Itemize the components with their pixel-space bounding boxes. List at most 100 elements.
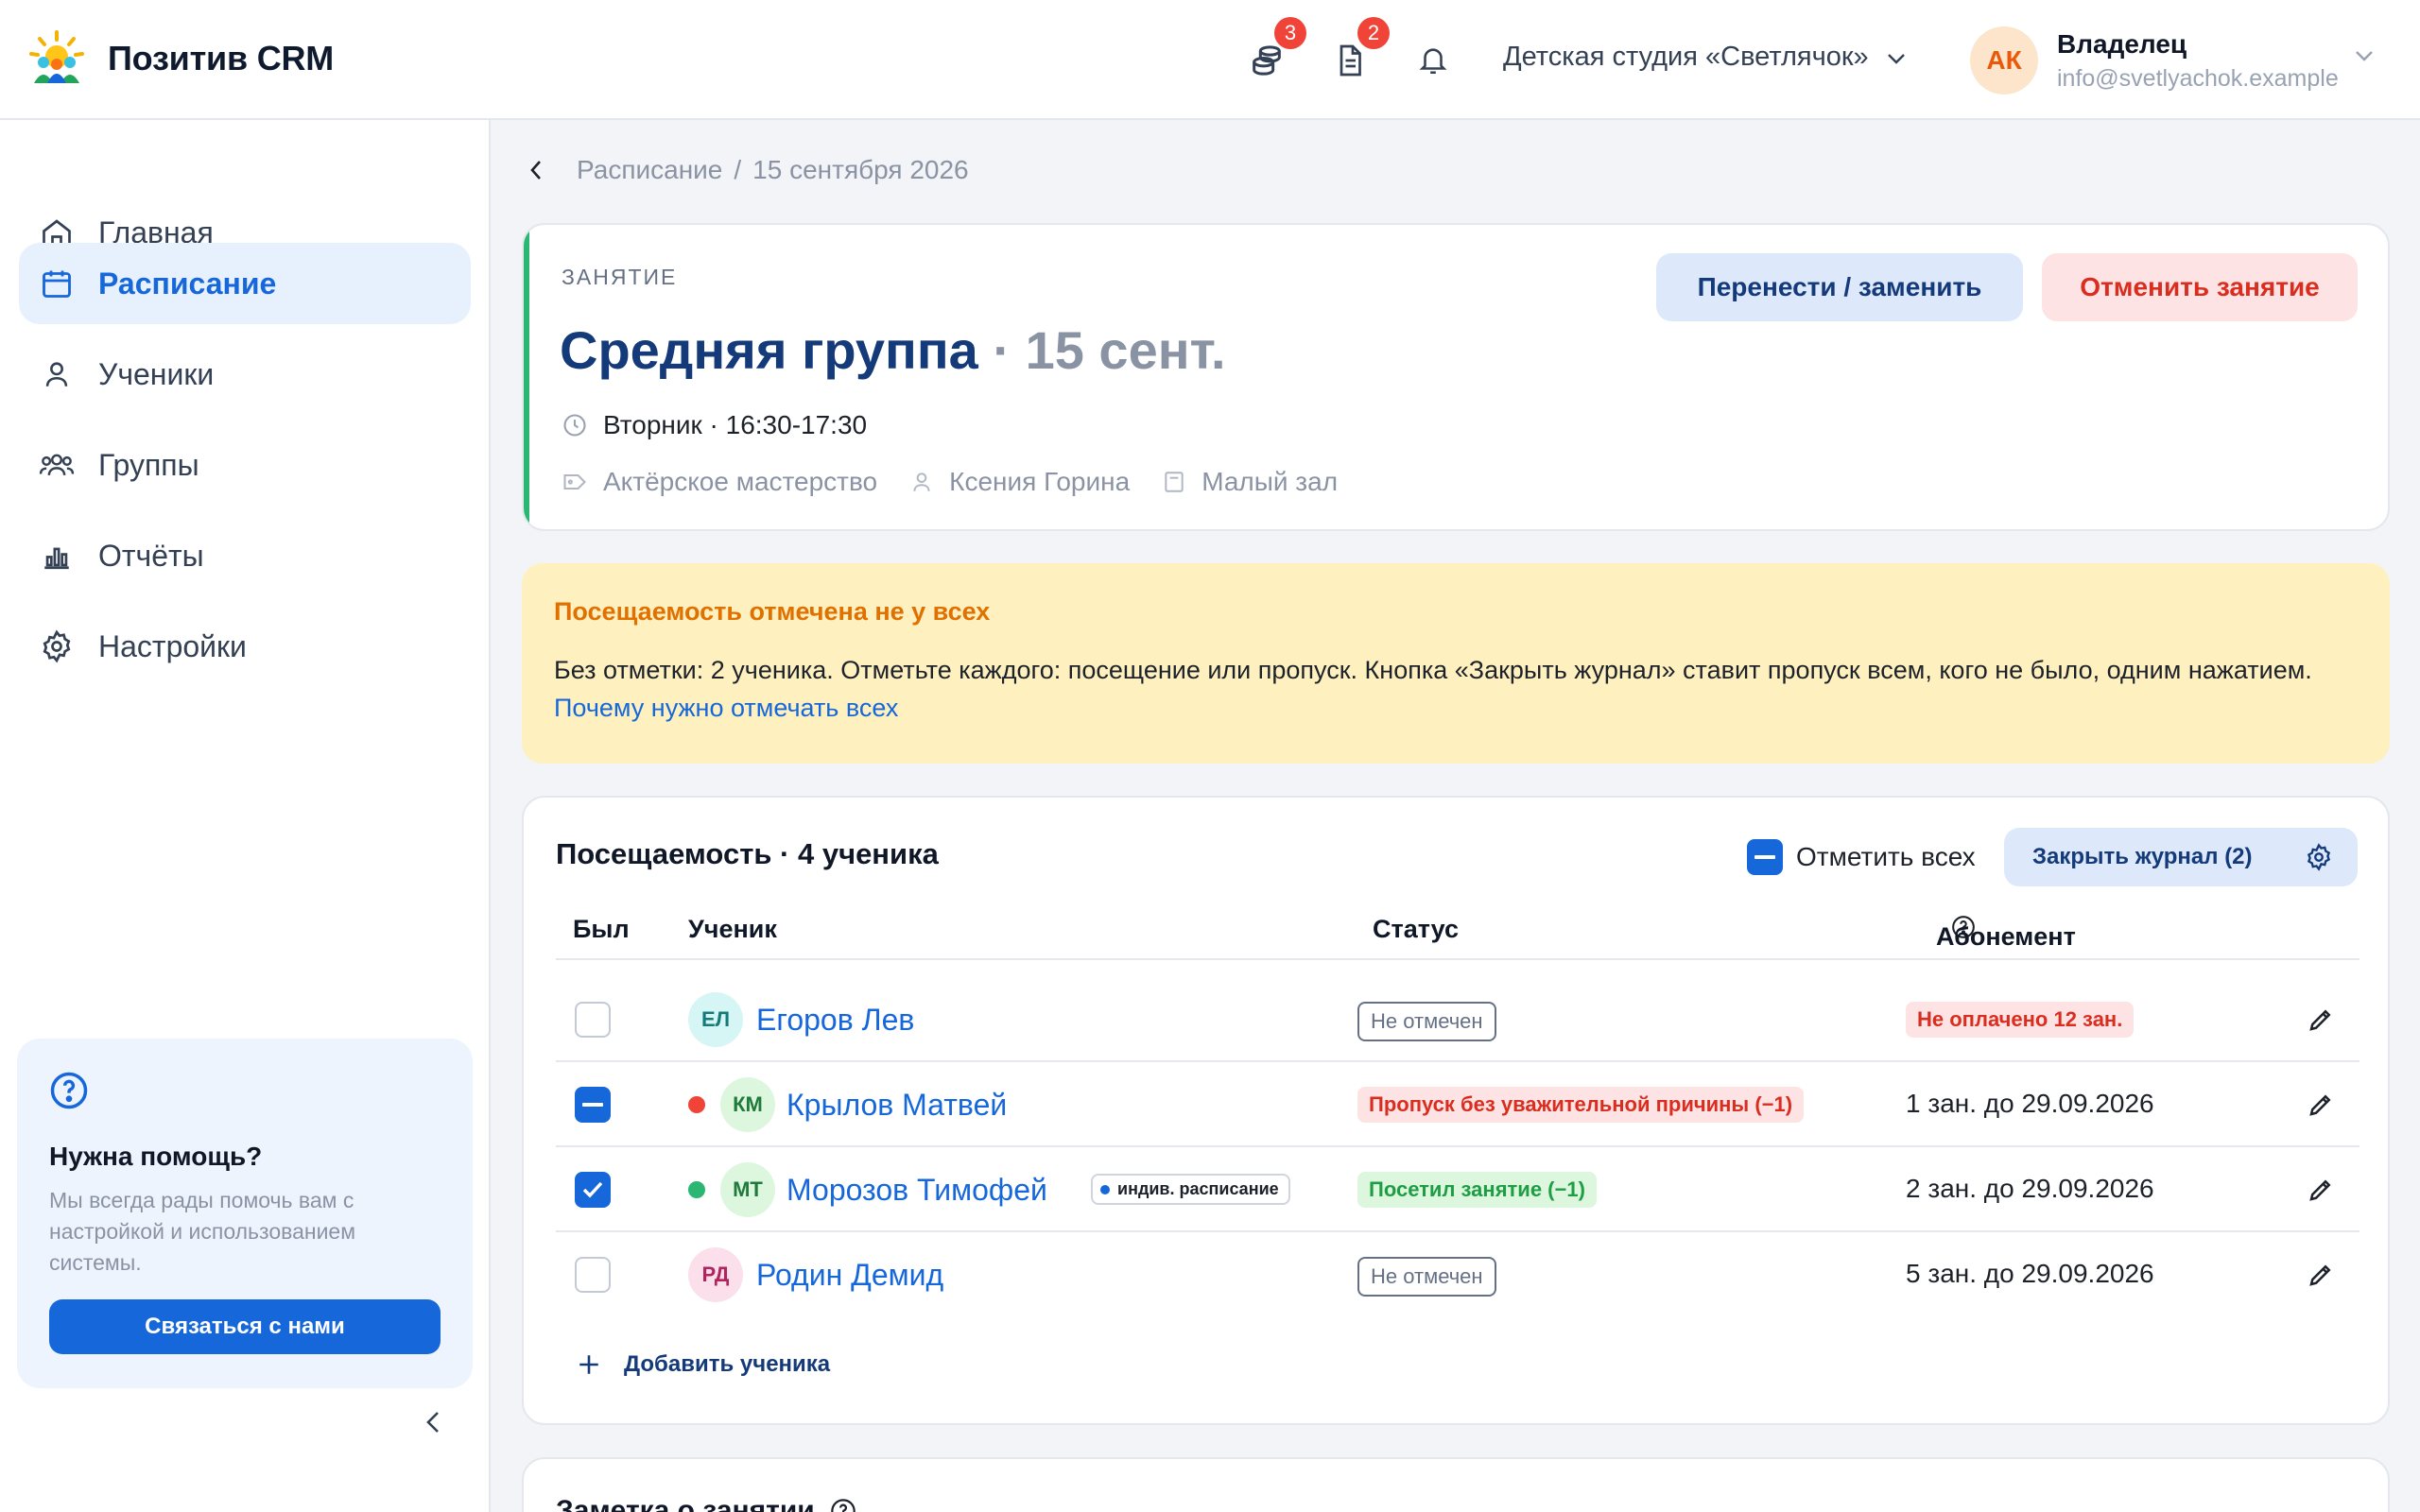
student-name-link[interactable]: Морозов Тимофей (786, 1173, 1047, 1208)
tag-icon (563, 473, 586, 490)
alert-title: Посещаемость отмечена не у всех (554, 597, 991, 626)
breadcrumb-current: 15 сентября 2026 (752, 155, 969, 184)
lesson-date: · 15 сент. (993, 320, 1226, 380)
avatar: РД (688, 1247, 743, 1302)
help-title: Нужна помощь? (49, 1142, 263, 1171)
avatar: ЕЛ (688, 992, 743, 1047)
sidebar-item-students[interactable]: Ученики (19, 334, 471, 415)
user-icon (38, 355, 76, 393)
sidebar-item-settings[interactable]: Настройки (19, 606, 471, 687)
app-logo (26, 28, 87, 89)
breadcrumb: Расписание / 15 сентября 2026 (529, 155, 969, 185)
chevron-down-icon (1886, 42, 1907, 73)
breadcrumb-parent[interactable]: Расписание (577, 155, 722, 185)
presence-dot (688, 1181, 705, 1198)
pencil-icon[interactable] (2305, 1004, 2337, 1036)
lesson-notes-card: Заметка о занятии (522, 1457, 2390, 1512)
room-icon (1165, 472, 1184, 492)
attendance-title: Посещаемость · 4 ученика (556, 837, 939, 870)
checkbox-indeterminate (1747, 839, 1783, 875)
status-badge: Посетил занятие (−1) (1357, 1172, 1597, 1208)
subscription-badge: Не оплачено 12 зан. (1906, 1002, 2135, 1038)
subscription-text: 2 зан. до 29.09.2026 (1906, 1174, 2154, 1203)
sidebar-item-label: Настройки (98, 628, 247, 663)
plus-icon (579, 1355, 598, 1374)
attendance-checkbox[interactable] (575, 1002, 611, 1038)
user-menu[interactable]: АК Владелец info@svetlyachok.example (1970, 26, 2339, 94)
mark-all-label: Отметить всех (1796, 842, 1976, 871)
subscription-text: 1 зан. до 29.09.2026 (1906, 1089, 2154, 1118)
chevron-left-icon[interactable] (529, 159, 554, 181)
student-name-link[interactable]: Крылов Матвей (786, 1088, 1007, 1123)
close-journal-button[interactable]: Закрыть журнал (2) (2004, 828, 2358, 886)
top-bar: Позитив CRM 3 2 Детская студия «Светлячо… (0, 0, 2420, 120)
lesson-teacher: Ксения Горина (909, 467, 1130, 497)
why-mark-all-link[interactable]: Почему нужно отмечать всех (554, 694, 898, 722)
gear-icon[interactable] (2305, 843, 2333, 871)
users-icon (38, 446, 76, 484)
user-role: Владелец (2057, 28, 2187, 59)
clock-icon (562, 412, 588, 438)
column-student: Ученик (688, 915, 777, 943)
brand[interactable]: Позитив CRM (26, 28, 334, 89)
subscription-text: 5 зан. до 29.09.2026 (1906, 1259, 2154, 1288)
pencil-icon[interactable] (2305, 1259, 2337, 1291)
attendance-card: Посещаемость · 4 ученика Отметить всех З… (522, 796, 2390, 1425)
cancel-lesson-button[interactable]: Отменить занятие (2042, 253, 2358, 321)
sidebar-item-groups[interactable]: Группы (19, 424, 471, 506)
calendar-icon (38, 265, 76, 302)
bell-icon[interactable] (1409, 36, 1458, 85)
attendance-checkbox[interactable] (575, 1172, 611, 1208)
avatar: КМ (720, 1077, 775, 1132)
chevron-down-icon[interactable] (2354, 49, 2375, 67)
add-student-button[interactable]: Добавить ученика (577, 1351, 830, 1378)
table-header: Был Ученик Статус Абонемент (556, 907, 2360, 960)
attendance-checkbox[interactable] (575, 1257, 611, 1293)
studio-selector[interactable]: Детская студия «Светлячок» (1503, 42, 1907, 73)
attendance-warning: Посещаемость отмечена не у всех Без отме… (522, 563, 2390, 764)
chevron-left-icon (425, 1410, 441, 1439)
contact-us-button[interactable]: Связаться с нами (49, 1299, 441, 1354)
user-email: info@svetlyachok.example (2057, 64, 2339, 92)
table-row: МТ Морозов Тимофей индив. расписание Пос… (556, 1147, 2360, 1232)
collapse-sidebar-button[interactable] (416, 1405, 450, 1443)
studio-name: Детская студия «Светлячок» (1503, 42, 1869, 72)
gear-icon (38, 627, 76, 665)
notification-badge: 3 (1274, 17, 1306, 49)
coins-stack-icon[interactable]: 3 (1242, 17, 1306, 85)
lesson-time-text: Вторник · 16:30-17:30 (603, 410, 868, 439)
column-status: Статус (1373, 915, 1459, 943)
lesson-meta: Актёрское мастерство Ксения Горина Малый… (562, 467, 1370, 497)
lesson-card: ЗАНЯТИЕ Средняя группа · 15 сент. Вторни… (522, 223, 2390, 531)
group-name: Средняя группа (560, 320, 978, 380)
attendance-checkbox[interactable] (575, 1087, 611, 1123)
table-row: ЕЛ Егоров Лев Не отмечен Не оплачено 12 … (556, 977, 2360, 1062)
mark-all-checkbox[interactable]: Отметить всех (1747, 839, 1976, 875)
app-name: Позитив CRM (108, 39, 335, 77)
question-circle-icon (49, 1072, 89, 1114)
pencil-icon[interactable] (2305, 1089, 2337, 1121)
notes-title: Заметка о занятии (556, 1495, 856, 1512)
pencil-icon[interactable] (2305, 1174, 2337, 1206)
table-row: РД Родин Демид Не отмечен 5 зан. до 29.0… (556, 1232, 2360, 1317)
student-name-link[interactable]: Егоров Лев (756, 1003, 914, 1038)
reschedule-button[interactable]: Перенести / заменить (1656, 253, 2023, 321)
sidebar-item-label: Отчёты (98, 538, 204, 573)
document-icon[interactable]: 2 (1325, 17, 1390, 85)
status-badge: Не отмечен (1357, 1257, 1496, 1297)
individual-schedule-tag: индив. расписание (1091, 1174, 1290, 1205)
help-card: Нужна помощь? Мы всегда рады помочь вам … (17, 1039, 473, 1388)
avatar: АК (1970, 26, 2038, 94)
status-badge: Не отмечен (1357, 1002, 1496, 1041)
sidebar-item-schedule[interactable]: Расписание (19, 243, 471, 324)
bar-chart-icon (38, 537, 76, 575)
column-subscription: Абонемент (1936, 915, 2076, 951)
user-icon (913, 472, 930, 491)
table-row: КМ Крылов Матвей Пропуск без уважительно… (556, 1062, 2360, 1147)
sidebar-item-label: Группы (98, 447, 199, 482)
student-name-link[interactable]: Родин Демид (756, 1258, 943, 1293)
lesson-subject: Актёрское мастерство (562, 467, 877, 497)
sidebar-item-reports[interactable]: Отчёты (19, 515, 471, 596)
lesson-kicker: ЗАНЯТИЕ (562, 265, 678, 289)
page-title: Средняя группа · 15 сент. (560, 319, 1226, 381)
